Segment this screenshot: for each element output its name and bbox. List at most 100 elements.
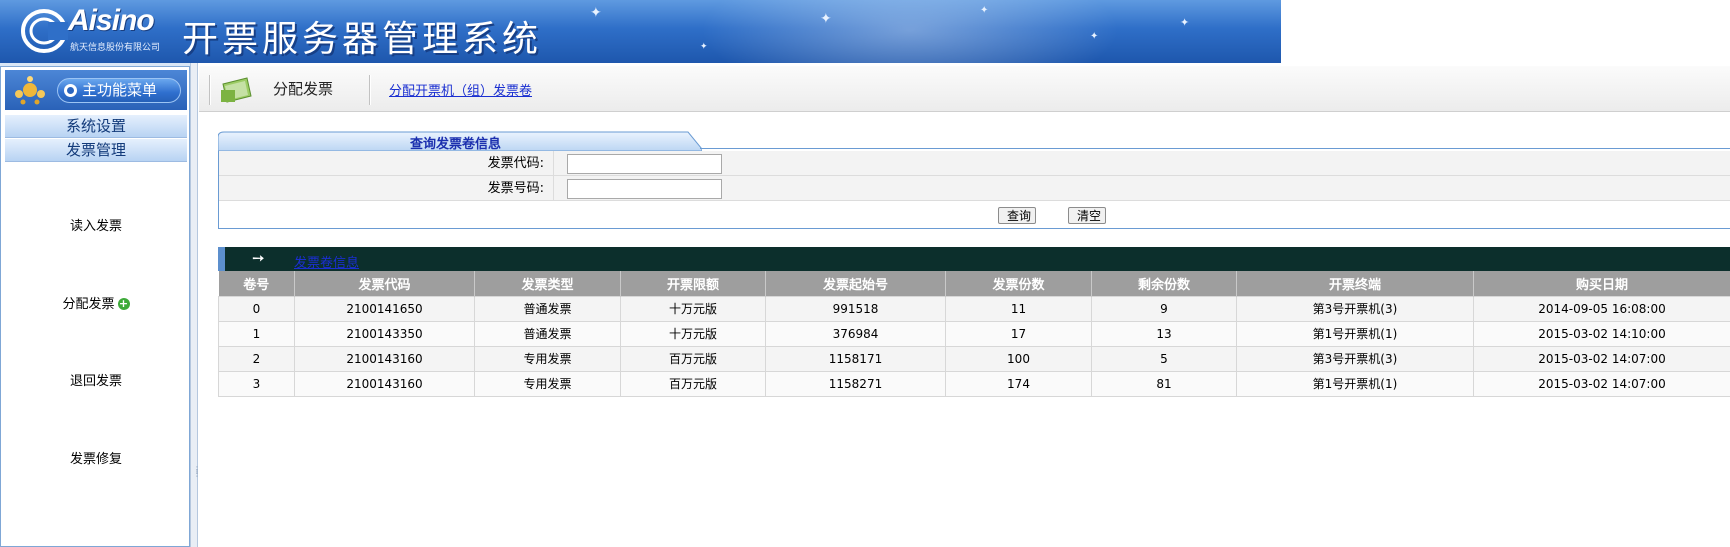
table-cell: 第1号开票机(1) [1236, 370, 1474, 397]
table-cell: 0 [218, 295, 295, 322]
system-title: 开票服务器管理系统 [182, 19, 543, 60]
table-header-row: 卷号 发票代码 发票类型 开票限额 发票起始号 发票份数 剩余份数 开票终端 购… [218, 271, 1730, 296]
table-cell: 174 [945, 370, 1092, 397]
table-cell: 991518 [765, 295, 946, 322]
column-header[interactable]: 发票类型 [474, 271, 621, 296]
query-row-code: 发票代码: [219, 151, 1730, 176]
column-header[interactable]: 发票份数 [945, 271, 1092, 296]
table-cell: 2015-03-02 14:10:00 [1473, 320, 1730, 347]
table-cell: 专用发票 [474, 370, 621, 397]
toolbar-divider [369, 75, 371, 105]
star-decoration: ✦ [700, 42, 708, 52]
main-menu-header: 主功能菜单 [5, 70, 187, 110]
table-row[interactable]: 2 2100143160 专用发票 百万元版 1158171 100 5 第3号… [218, 345, 1730, 372]
invoice-number-label: 发票号码: [487, 181, 544, 196]
table-cell: 1158171 [765, 345, 946, 372]
table-cell: 2015-03-02 14:07:00 [1473, 370, 1730, 397]
table-cell: 17 [945, 320, 1092, 347]
sidebar-item-label: 分配发票 [62, 297, 115, 312]
logo-subtitle: 航天信息股份有限公司 [70, 43, 161, 53]
page-title: 分配发票 [273, 80, 334, 98]
allocate-roll-link[interactable]: 分配开票机（组）发票卷 [389, 80, 532, 99]
table-cell: 百万元版 [620, 370, 766, 397]
table-cell: 2100141650 [294, 295, 475, 322]
table-cell: 81 [1091, 370, 1237, 397]
star-decoration: ✦ [1180, 16, 1190, 29]
page-toolbar: 分配发票 分配开票机（组）发票卷 [199, 66, 1730, 112]
sidebar: 主功能菜单 系统设置 发票管理 读入发票 分配发票 + 退回发票 发票修复 [0, 66, 190, 547]
column-header[interactable]: 购买日期 [1473, 271, 1730, 296]
table-cell: 2100143160 [294, 345, 475, 372]
column-header[interactable]: 开票终端 [1236, 271, 1474, 296]
table-cell: 100 [945, 345, 1092, 372]
sidebar-section-system-settings[interactable]: 系统设置 [5, 115, 187, 138]
table-cell: 十万元版 [620, 295, 766, 322]
table-cell: 第3号开票机(3) [1236, 295, 1474, 322]
table-cell: 11 [945, 295, 1092, 322]
aisino-logo-icon [21, 9, 68, 53]
table-cell: 376984 [765, 320, 946, 347]
menu-ornament-icon [15, 76, 45, 105]
clear-button[interactable]: 清空 [1068, 207, 1107, 224]
results-header-bar: ➙ 发票卷信息 [218, 247, 1730, 271]
table-cell: 2100143160 [294, 370, 475, 397]
table-cell: 普通发票 [474, 320, 621, 347]
table-cell: 1158271 [765, 370, 946, 397]
main-menu-label: 主功能菜单 [82, 81, 158, 99]
toolbar-divider [209, 75, 211, 105]
table-cell: 3 [218, 370, 295, 397]
plus-circle-icon: + [117, 297, 130, 310]
table-cell: 专用发票 [474, 345, 621, 372]
invoice-code-input[interactable] [567, 154, 722, 174]
table-cell: 第3号开票机(3) [1236, 345, 1474, 372]
invoice-folder-icon [221, 77, 252, 103]
star-decoration: ✦ [590, 5, 602, 21]
table-cell: 9 [1091, 295, 1237, 322]
table-cell: 十万元版 [620, 320, 766, 347]
search-button[interactable]: 查询 [998, 207, 1037, 224]
query-tab-title[interactable]: 查询发票卷信息 [410, 133, 501, 152]
splitter-grip-icon: ⋮ ⋮ [193, 465, 201, 478]
query-row-number: 发票号码: [219, 176, 1730, 201]
table-row[interactable]: 3 2100143160 专用发票 百万元版 1158271 174 81 第1… [218, 370, 1730, 397]
arrow-right-icon: ➙ [252, 249, 265, 267]
sidebar-item-allocate-invoice[interactable]: 分配发票 + [1, 293, 191, 312]
header-banner: ✦ ✦ ✦ ✦ ✦ ✦ Aisino 航天信息股份有限公司 开票服务器管理系统 [0, 0, 1281, 63]
table-cell: 5 [1091, 345, 1237, 372]
table-cell: 第1号开票机(1) [1236, 320, 1474, 347]
column-header[interactable]: 发票起始号 [765, 271, 946, 296]
invoice-number-input[interactable] [567, 179, 722, 199]
logo-text: Aisino [68, 4, 155, 37]
frame-splitter[interactable]: ⋮ ⋮ [190, 63, 201, 547]
sidebar-item-label: 读入发票 [69, 219, 122, 234]
table-row[interactable]: 0 2100141650 普通发票 十万元版 991518 11 9 第3号开票… [218, 295, 1730, 322]
sidebar-item-read-invoice[interactable]: 读入发票 [1, 215, 191, 234]
table-cell: 百万元版 [620, 345, 766, 372]
sidebar-section-invoice-management[interactable]: 发票管理 [5, 139, 187, 162]
table-cell: 1 [218, 320, 295, 347]
table-cell: 2 [218, 345, 295, 372]
star-decoration: ✦ [980, 5, 989, 16]
invoice-roll-table: 卷号 发票代码 发票类型 开票限额 发票起始号 发票份数 剩余份数 开票终端 购… [218, 271, 1730, 397]
query-panel: 发票代码: 发票号码: 查询 清空 [218, 151, 1730, 229]
table-cell: 2100143350 [294, 320, 475, 347]
table-cell: 普通发票 [474, 295, 621, 322]
invoice-code-label: 发票代码: [487, 156, 544, 171]
star-decoration: ✦ [820, 11, 832, 27]
column-header[interactable]: 开票限额 [620, 271, 766, 296]
table-cell: 2014-09-05 16:08:00 [1473, 295, 1730, 322]
table-row[interactable]: 1 2100143350 普通发票 十万元版 376984 17 13 第1号开… [218, 320, 1730, 347]
sidebar-item-label: 发票修复 [69, 452, 122, 467]
column-header[interactable]: 发票代码 [294, 271, 475, 296]
menu-bullet-icon [64, 84, 77, 97]
column-header[interactable]: 卷号 [218, 271, 295, 296]
table-cell: 13 [1091, 320, 1237, 347]
star-decoration: ✦ [1090, 31, 1099, 42]
sidebar-item-label: 退回发票 [69, 374, 122, 389]
sidebar-item-repair-invoice[interactable]: 发票修复 [1, 448, 191, 467]
column-header[interactable]: 剩余份数 [1091, 271, 1237, 296]
table-cell: 2015-03-02 14:07:00 [1473, 345, 1730, 372]
results-title[interactable]: 发票卷信息 [294, 252, 359, 271]
main-menu-button[interactable]: 主功能菜单 [57, 78, 181, 103]
sidebar-item-return-invoice[interactable]: 退回发票 [1, 370, 191, 389]
